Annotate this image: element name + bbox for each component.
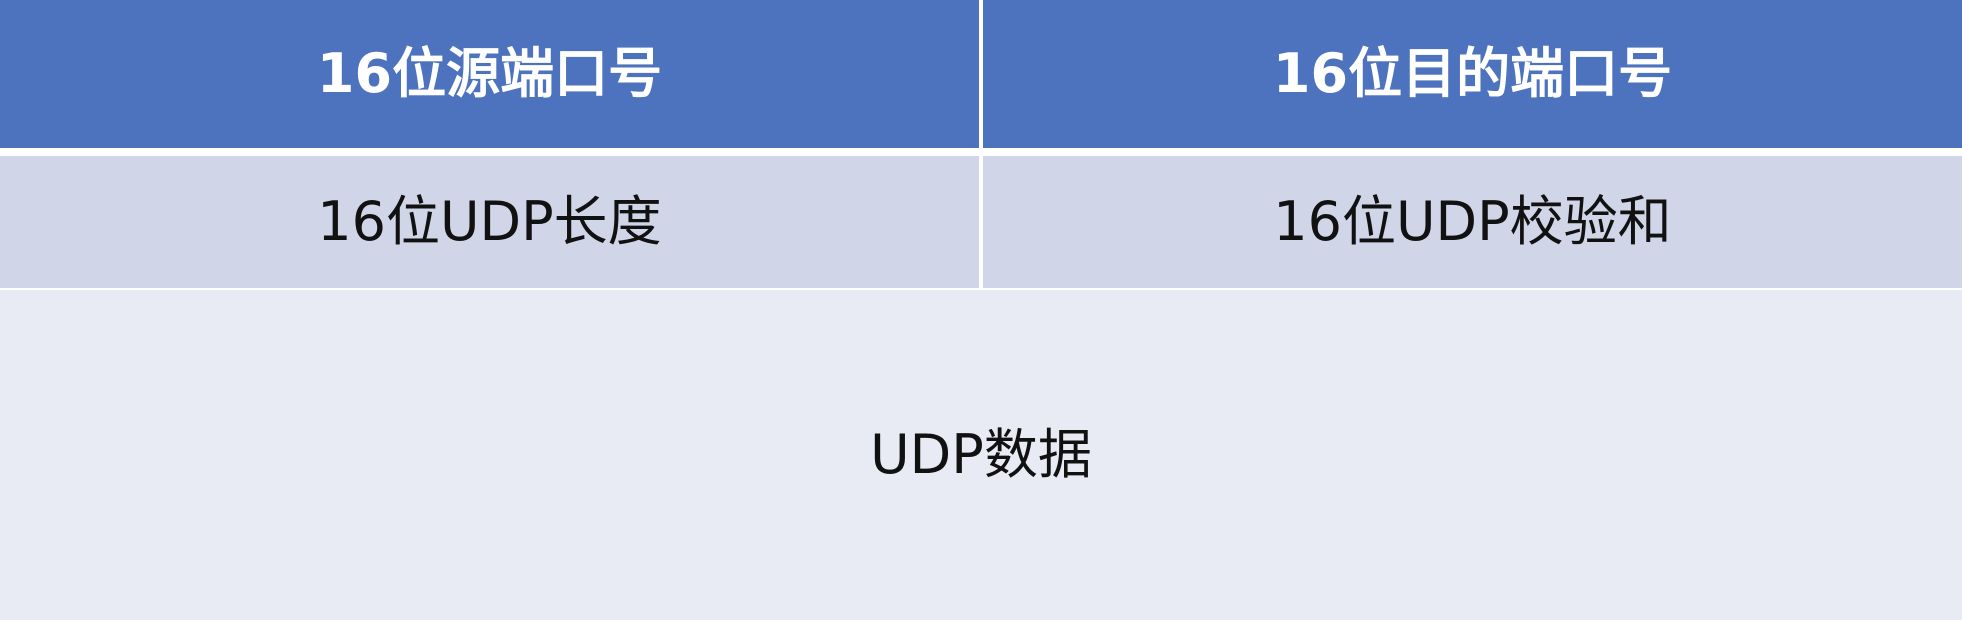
udp-header-diagram: 16位源端口号 16位目的端口号 16位UDP长度 16位UDP校验和 UDP数… [0, 0, 1962, 620]
udp-checksum-label: 16位UDP校验和 [1273, 190, 1672, 253]
dest-port-label: 16位目的端口号 [1272, 42, 1673, 105]
udp-length-label: 16位UDP长度 [317, 190, 662, 253]
source-port-cell: 16位源端口号 [0, 0, 979, 148]
udp-data-label: UDP数据 [870, 423, 1092, 486]
udp-length-cell: 16位UDP长度 [0, 156, 979, 288]
source-port-label: 16位源端口号 [316, 42, 663, 105]
dest-port-cell: 16位目的端口号 [983, 0, 1962, 148]
udp-checksum-cell: 16位UDP校验和 [983, 156, 1962, 288]
udp-data-cell: UDP数据 [0, 290, 1962, 620]
